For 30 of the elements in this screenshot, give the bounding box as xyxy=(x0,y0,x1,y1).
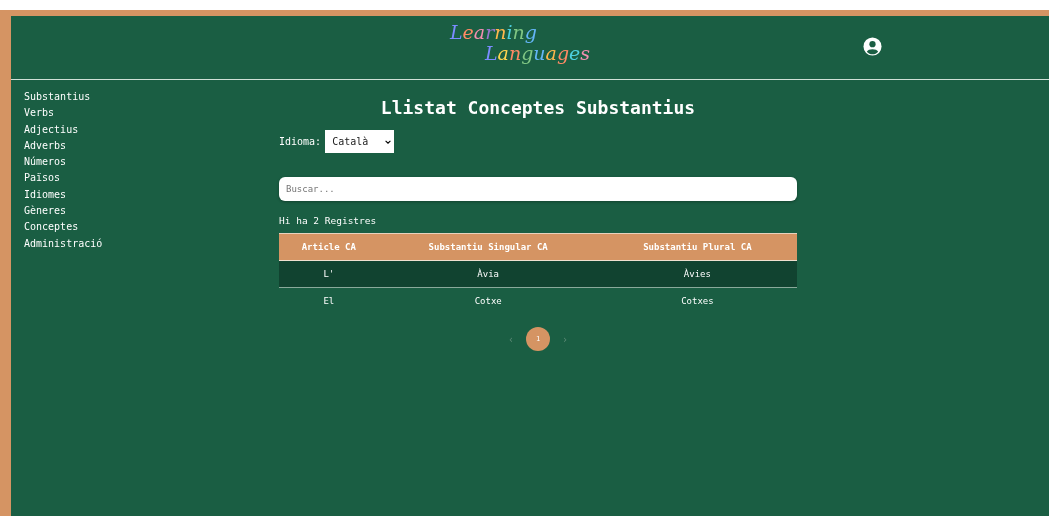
column-header: Article CA xyxy=(279,233,379,261)
sidebar-link[interactable]: Administració xyxy=(24,235,103,252)
table-cell: Àvies xyxy=(683,269,711,279)
sidebar-link[interactable]: Conceptes xyxy=(24,219,79,236)
chevron-down-icon xyxy=(385,139,392,144)
table-cell: Cotxes xyxy=(681,296,714,306)
sidebar-link[interactable]: Països xyxy=(24,170,61,187)
user-account-icon[interactable] xyxy=(863,37,882,56)
sidebar-link[interactable]: Idiomes xyxy=(24,186,67,204)
search-field[interactable]: Buscar... xyxy=(279,177,797,201)
logo-text: Learning xyxy=(449,22,538,43)
column-header: Substantiu Singular CA xyxy=(378,233,598,261)
sidebar-link[interactable]: Números xyxy=(24,154,67,171)
page-title: Llistat Conceptes Substantius xyxy=(380,96,696,120)
sidebar-link[interactable]: Gèneres xyxy=(24,203,67,220)
table-cell: Àvia xyxy=(477,269,500,279)
language-label: Idioma: xyxy=(279,136,322,147)
table-cell: L' xyxy=(323,269,335,279)
table-cell: El xyxy=(323,296,335,306)
sidebar-link[interactable]: Adjectius xyxy=(24,121,79,138)
table-row[interactable]: L' Àvia Àvies xyxy=(279,260,797,288)
record-count: Hi ha 2 Registres xyxy=(279,214,378,228)
language-dropdown[interactable]: Català xyxy=(325,130,395,153)
column-header: Substantiu Plural CA xyxy=(597,233,797,261)
sidebar-link[interactable]: Substantius xyxy=(24,89,91,106)
sidebar-link[interactable]: Verbs xyxy=(24,105,55,122)
table-row[interactable]: El Cotxe Cotxes xyxy=(279,287,797,314)
sidebar-link[interactable]: Adverbs xyxy=(24,137,67,155)
logo-text: Languages xyxy=(483,43,591,64)
table-cell: Cotxe xyxy=(474,296,502,306)
